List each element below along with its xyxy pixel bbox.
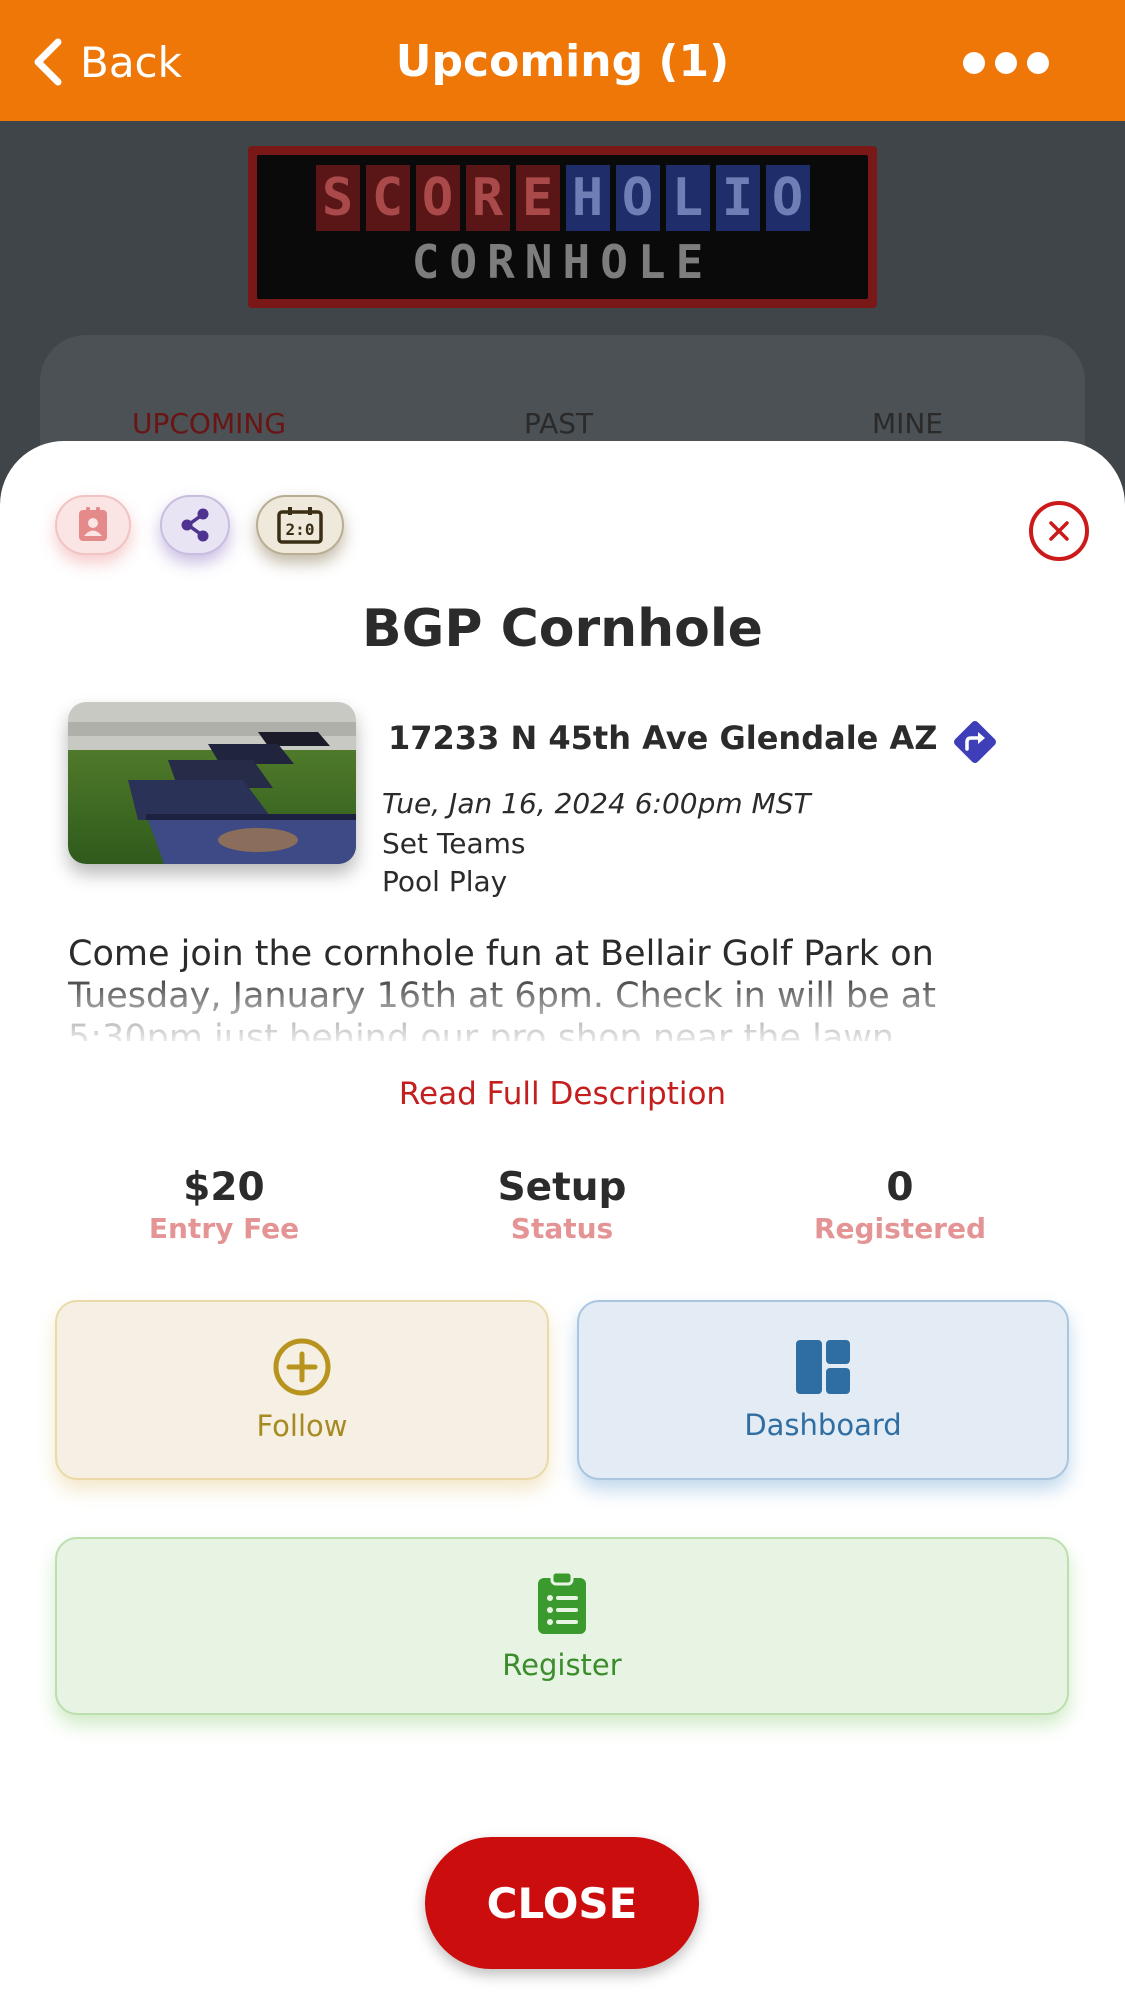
stat-value: Setup	[497, 1165, 627, 1210]
stat-entry-fee: $20 Entry Fee	[94, 1165, 354, 1245]
close-sheet-button[interactable]	[1029, 501, 1089, 561]
dashboard-button[interactable]: Dashboard	[577, 1300, 1069, 1480]
plus-circle-icon	[273, 1338, 331, 1396]
stat-registered: 0 Registered	[770, 1165, 1030, 1245]
tab-upcoming[interactable]: UPCOMING	[132, 407, 286, 440]
read-full-description-link[interactable]: Read Full Description	[0, 1076, 1125, 1112]
stat-value: $20	[183, 1165, 265, 1210]
more-options-icon[interactable]	[963, 52, 1049, 74]
tab-mine[interactable]: MINE	[872, 407, 943, 440]
event-address: 17233 N 45th Ave Glendale AZ	[388, 719, 938, 757]
scoreboard-icon: 2:0	[277, 507, 323, 544]
dashboard-label: Dashboard	[744, 1408, 902, 1442]
tab-past[interactable]: PAST	[524, 407, 593, 440]
contact-button[interactable]	[55, 495, 131, 555]
scoreholio-logo: S C O R E H O L I O CORNHOLE	[248, 146, 877, 308]
event-description: Come join the cornhole fun at Bellair Go…	[68, 934, 936, 1041]
register-label: Register	[502, 1648, 622, 1682]
stat-label: Status	[510, 1212, 614, 1245]
stat-value: 0	[886, 1165, 914, 1210]
close-icon	[1049, 521, 1069, 541]
event-title: BGP Cornhole	[362, 599, 763, 659]
register-button[interactable]: Register	[55, 1537, 1069, 1715]
event-date: Tue, Jan 16, 2024 6:00pm MST	[382, 787, 811, 820]
svg-text:2:0: 2:0	[286, 520, 315, 539]
clipboard-list-icon	[538, 1570, 586, 1634]
event-play-type: Pool Play	[382, 865, 508, 898]
follow-label: Follow	[256, 1409, 348, 1443]
stat-label: Entry Fee	[148, 1212, 300, 1245]
close-button[interactable]: CLOSE	[425, 1837, 699, 1969]
scoreboard-button[interactable]: 2:0	[256, 495, 344, 555]
stat-status: Setup Status	[432, 1165, 692, 1245]
nav-bar: Back Upcoming (1)	[0, 0, 1125, 121]
follow-button[interactable]: Follow	[55, 1300, 549, 1480]
event-detail-sheet: 2:0 BGP Cornhole 17233 N 45th Ave Glenda…	[0, 441, 1125, 1998]
page-title: Upcoming (1)	[395, 36, 730, 87]
event-format: Set Teams	[382, 827, 526, 860]
share-button[interactable]	[160, 495, 230, 555]
stat-label: Registered	[813, 1212, 987, 1245]
event-photo	[68, 702, 356, 864]
share-icon	[181, 508, 209, 542]
contact-card-icon	[79, 507, 107, 541]
directions-icon[interactable]	[950, 717, 1000, 767]
dashboard-icon	[796, 1340, 850, 1394]
